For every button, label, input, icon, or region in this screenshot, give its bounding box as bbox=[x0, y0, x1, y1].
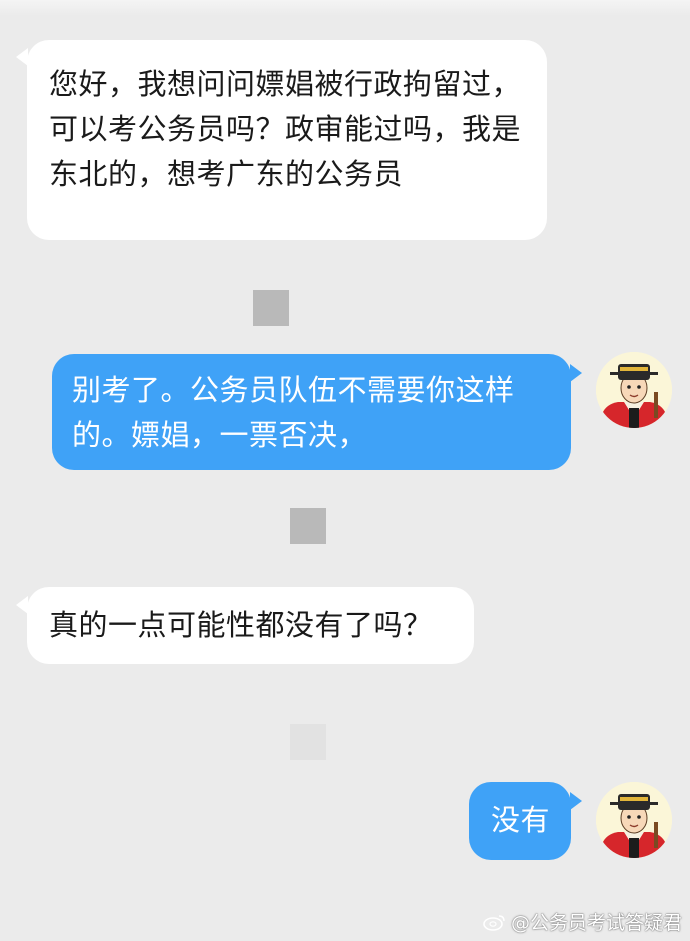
official-cartoon-avatar-icon bbox=[596, 782, 672, 858]
avatar[interactable] bbox=[596, 782, 672, 858]
bubble-tail bbox=[570, 364, 582, 382]
image-placeholder bbox=[290, 508, 326, 544]
image-placeholder bbox=[290, 724, 326, 760]
message-text: 别考了。公务员队伍不需要你这样的。嫖娼，一票否决， bbox=[72, 373, 515, 452]
message-text: 没有 bbox=[491, 803, 551, 837]
message-bubble-outgoing[interactable]: 没有 bbox=[469, 782, 571, 860]
official-cartoon-avatar-icon bbox=[596, 352, 672, 428]
avatar[interactable] bbox=[596, 352, 672, 428]
weibo-icon bbox=[483, 914, 505, 931]
bubble-tail bbox=[570, 792, 582, 810]
message-text: 真的一点可能性都没有了吗？ bbox=[49, 608, 433, 642]
watermark-text: @公务员考试答疑君 bbox=[510, 912, 682, 934]
top-fade bbox=[0, 0, 690, 16]
watermark: @公务员考试答疑君 bbox=[483, 908, 682, 935]
message-text: 您好，我想问问嫖娼被行政拘留过，可以考公务员吗？政审能过吗，我是东北的，想考广东… bbox=[49, 67, 522, 191]
message-bubble-outgoing[interactable]: 别考了。公务员队伍不需要你这样的。嫖娼，一票否决， bbox=[52, 354, 571, 470]
message-bubble-incoming[interactable]: 您好，我想问问嫖娼被行政拘留过，可以考公务员吗？政审能过吗，我是东北的，想考广东… bbox=[27, 40, 547, 240]
message-bubble-incoming[interactable]: 真的一点可能性都没有了吗？ bbox=[27, 587, 474, 664]
image-placeholder bbox=[253, 290, 289, 326]
